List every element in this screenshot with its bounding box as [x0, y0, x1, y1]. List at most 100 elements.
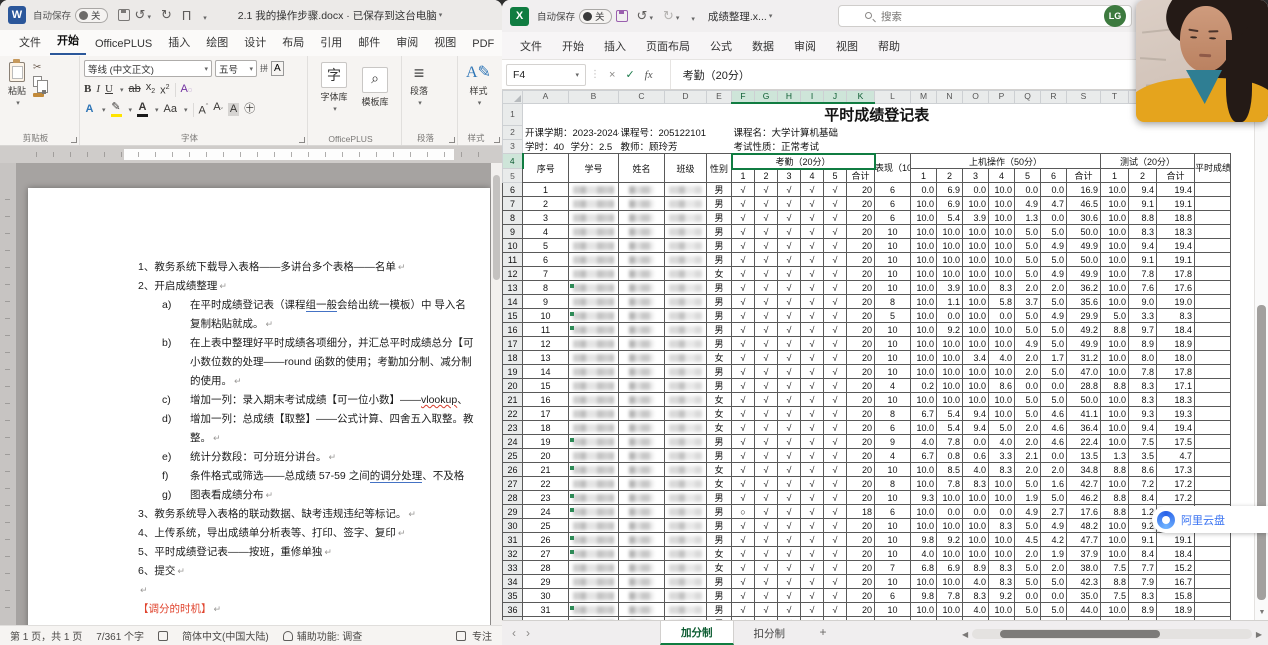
ops-score-cell[interactable]: 10.0 [937, 253, 963, 267]
vertical-ruler[interactable] [0, 163, 16, 625]
ops-score-cell[interactable]: 10.0 [937, 519, 963, 533]
performance-cell[interactable]: 6 [875, 421, 911, 435]
test2-cell[interactable]: 7.8 [1129, 267, 1157, 281]
seq-cell[interactable]: 30 [523, 589, 569, 603]
confirm-entry-icon[interactable]: ✓ [625, 68, 634, 81]
excel-tab-视图[interactable]: 视图 [828, 34, 866, 58]
ops-score-cell[interactable]: 6.8 [911, 561, 937, 575]
final-score-cell[interactable] [1195, 225, 1231, 239]
student-id-cell[interactable] [569, 547, 619, 561]
test1-cell[interactable]: 8.8 [1101, 463, 1129, 477]
attendance-mark-cell[interactable]: √ [801, 505, 824, 519]
attendance-mark-cell[interactable]: √ [732, 225, 755, 239]
ops-score-cell[interactable]: 36.2 [1067, 281, 1101, 295]
gender-cell[interactable]: 男 [707, 505, 732, 519]
ops-score-cell[interactable]: 4.6 [1041, 435, 1067, 449]
attendance-mark-cell[interactable]: √ [801, 421, 824, 435]
class-cell[interactable] [665, 561, 707, 575]
excel-tab-帮助[interactable]: 帮助 [870, 34, 908, 58]
row-header[interactable]: 19 [503, 365, 523, 379]
student-id-cell[interactable] [569, 575, 619, 589]
name-cell[interactable] [619, 603, 665, 617]
italic-button[interactable]: I [96, 83, 100, 96]
attendance-total-cell[interactable]: 20 [847, 239, 875, 253]
class-cell[interactable] [665, 253, 707, 267]
test-total-cell[interactable]: 17.1 [1157, 379, 1195, 393]
test1-cell[interactable]: 10.0 [1101, 477, 1129, 491]
ops-score-cell[interactable]: 9.8 [911, 533, 937, 547]
attendance-mark-cell[interactable]: √ [801, 267, 824, 281]
class-cell[interactable] [665, 295, 707, 309]
test1-cell[interactable]: 10.0 [1101, 393, 1129, 407]
ops-score-cell[interactable]: 3.3 [989, 449, 1015, 463]
cancel-entry-icon[interactable]: × [609, 69, 615, 81]
ops-score-cell[interactable]: 10.0 [911, 519, 937, 533]
attendance-mark-cell[interactable]: √ [732, 211, 755, 225]
ops-score-cell[interactable]: 6.9 [937, 561, 963, 575]
header-test[interactable]: 测试（20分） [1101, 154, 1195, 169]
seq-cell[interactable]: 24 [523, 505, 569, 519]
attendance-total-cell[interactable]: 20 [847, 267, 875, 281]
attendance-mark-cell[interactable]: √ [824, 281, 847, 295]
test1-cell[interactable]: 10.0 [1101, 351, 1129, 365]
ops-score-cell[interactable]: 41.1 [1067, 407, 1101, 421]
ops-score-cell[interactable]: 5.0 [1041, 337, 1067, 351]
gender-cell[interactable]: 男 [707, 575, 732, 589]
final-score-cell[interactable] [1195, 253, 1231, 267]
attendance-mark-cell[interactable]: √ [824, 267, 847, 281]
highlight-button[interactable]: ✎ [111, 102, 122, 117]
ops-score-cell[interactable]: 2.0 [1041, 561, 1067, 575]
row-header[interactable]: 20 [503, 379, 523, 393]
attendance-mark-cell[interactable]: √ [801, 281, 824, 295]
student-id-cell[interactable] [569, 351, 619, 365]
attendance-mark-cell[interactable]: √ [732, 407, 755, 421]
class-cell[interactable] [665, 197, 707, 211]
cut-icon[interactable]: ✂ [33, 63, 44, 73]
ops-score-cell[interactable]: 6.7 [911, 407, 937, 421]
test1-cell[interactable]: 5.0 [1101, 309, 1129, 323]
ops-score-cell[interactable]: 5.0 [1041, 491, 1067, 505]
ops-score-cell[interactable]: 5.0 [1041, 393, 1067, 407]
attendance-total-cell[interactable]: 20 [847, 295, 875, 309]
final-score-cell[interactable] [1195, 337, 1231, 351]
ops-score-cell[interactable]: 10.0 [989, 183, 1015, 197]
student-id-cell[interactable] [569, 211, 619, 225]
language-indicator[interactable]: 简体中文(中国大陆) [182, 628, 269, 643]
ops-score-cell[interactable]: 10.0 [937, 337, 963, 351]
final-score-cell[interactable] [1195, 239, 1231, 253]
gender-cell[interactable]: 女 [707, 267, 732, 281]
class-cell[interactable] [665, 351, 707, 365]
row-header[interactable]: 13 [503, 281, 523, 295]
ops-score-cell[interactable]: 0.8 [937, 449, 963, 463]
name-cell[interactable] [619, 407, 665, 421]
student-id-cell[interactable] [569, 281, 619, 295]
row-header[interactable]: 16 [503, 323, 523, 337]
select-all-corner[interactable] [503, 91, 523, 104]
aliyun-drive-badge[interactable]: 阿里云盘 [1152, 506, 1268, 533]
student-id-cell[interactable] [569, 519, 619, 533]
seq-cell[interactable]: 20 [523, 449, 569, 463]
class-cell[interactable] [665, 337, 707, 351]
account-avatar[interactable]: LG [1104, 5, 1126, 27]
attendance-total-cell[interactable]: 20 [847, 491, 875, 505]
row-header[interactable]: 14 [503, 295, 523, 309]
test2-cell[interactable]: 7.9 [1129, 575, 1157, 589]
attendance-total-cell[interactable]: 20 [847, 309, 875, 323]
ops-score-cell[interactable]: 10.0 [911, 393, 937, 407]
ops-score-cell[interactable]: 4.9 [1015, 197, 1041, 211]
test1-cell[interactable]: 10.0 [1101, 365, 1129, 379]
ops-score-cell[interactable]: 31.2 [1067, 351, 1101, 365]
header-final-score[interactable]: 平时成绩 [1195, 154, 1231, 183]
performance-cell[interactable]: 6 [875, 183, 911, 197]
ops-score-cell[interactable]: 10.0 [989, 337, 1015, 351]
ops-score-cell[interactable]: 46.2 [1067, 491, 1101, 505]
ops-score-cell[interactable]: 9.2 [937, 323, 963, 337]
attendance-total-cell[interactable]: 20 [847, 477, 875, 491]
final-score-cell[interactable] [1195, 211, 1231, 225]
test-total-cell[interactable]: 18.4 [1157, 547, 1195, 561]
gender-cell[interactable]: 男 [707, 449, 732, 463]
test2-cell[interactable]: 8.9 [1129, 337, 1157, 351]
class-cell[interactable] [665, 365, 707, 379]
test1-cell[interactable]: 10.0 [1101, 547, 1129, 561]
ops-score-cell[interactable]: 10.0 [911, 225, 937, 239]
